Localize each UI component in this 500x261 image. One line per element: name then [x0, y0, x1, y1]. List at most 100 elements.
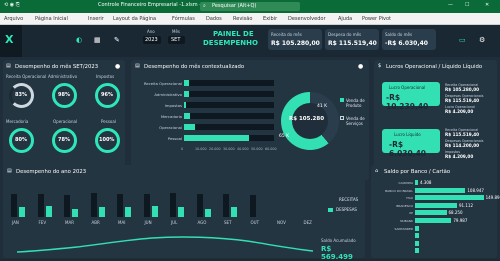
dashboard-header: X ◐ ▦ ✎ Ano 2023 Mês SET PAINEL DE DESEM… [0, 25, 500, 57]
axis-tick: 40.000 [237, 147, 249, 151]
bar-track [184, 80, 274, 86]
tab-ajuda[interactable]: Ajuda [338, 16, 352, 22]
tab-revisao[interactable]: Revisão [233, 16, 252, 22]
ribbon-tabs: Arquivo Página Inicial Inserir Layout da… [0, 13, 500, 25]
bar-fill [184, 135, 249, 141]
bank-name: BRADESCO [396, 203, 413, 208]
search-box[interactable]: ⌕ Pesquisar (Alt+Q) [200, 2, 300, 11]
panel-profit: $ Lucros Operacional / Líquido Líquido L… [374, 60, 497, 180]
window-title: Controle Financeiro Empresarial -1.xlsm … [98, 2, 216, 8]
bar-category-label: Operacional [159, 125, 182, 130]
side-value: R$ 114.200,00 [445, 143, 480, 148]
bank-bar [415, 233, 419, 239]
saldo-line-chart [17, 236, 313, 253]
bank-name: CAIXINHA [398, 181, 413, 185]
receita-bar [170, 193, 176, 217]
dashboard-title-line1: PAINEL DE [213, 30, 254, 38]
month-label: JAN [12, 220, 19, 225]
kpi-receita: Receita do mês R$ 105.280,00 [268, 29, 322, 50]
ano-label: Ano [147, 29, 155, 34]
metric-label: Impostos [96, 74, 115, 79]
bar-fill [184, 113, 191, 119]
receita-bar [143, 194, 150, 217]
axis-tick: 50.000 [251, 147, 263, 151]
receita-bar [196, 193, 203, 217]
minimize-button[interactable]: — [448, 2, 453, 8]
despesa-bar [98, 207, 105, 217]
despesa-bar [45, 206, 52, 217]
bank-value: 79.987 [453, 218, 468, 223]
axis-tick: 60.000 [265, 147, 277, 151]
bank-name: XP [409, 211, 413, 216]
despesa-bar [231, 206, 237, 217]
despesa-bar [151, 205, 158, 217]
bank-name: SANTANDER [394, 226, 413, 231]
bar-track [184, 102, 274, 108]
search-placeholder: Pesquisar (Alt+Q) [212, 3, 257, 9]
tab-dados[interactable]: Dados [206, 16, 222, 22]
donut-right-label: 41 K [317, 104, 328, 109]
receita-bar [64, 194, 70, 217]
settings-icon[interactable]: ⚙ [479, 36, 485, 44]
bank-bar [415, 187, 466, 193]
close-button[interactable]: ✕ [485, 2, 489, 8]
panel-month-menu-icon[interactable]: ● [115, 63, 120, 70]
bank-bar [415, 225, 420, 231]
maximize-button[interactable]: ☐ [465, 2, 469, 8]
dashboard: X ◐ ▦ ✎ Ano 2023 Mês SET PAINEL DE DESEM… [0, 25, 500, 261]
mes-select[interactable]: SET [168, 36, 185, 44]
axis-tick: 0 [181, 147, 184, 151]
side-value: R$ 4.209,00 [445, 109, 474, 114]
tab-pagina-inicial[interactable]: Página Inicial [35, 16, 68, 22]
tab-formulas[interactable]: Fórmulas [172, 16, 195, 22]
receita-bar [117, 194, 123, 217]
bar-category-label: Pessoal [167, 136, 182, 141]
saldo-acumulado-label: Saldo Acumulado [321, 238, 356, 243]
bar-fill [184, 91, 189, 97]
tab-desenvolvedor[interactable]: Desenvolvedor [288, 16, 326, 22]
gauge-value: 78% [58, 137, 70, 143]
panel-bank: ⌂ Saldo por Banco / Cartão CAIXINHA 4.308… [371, 165, 500, 258]
autosave-icon[interactable]: ⟲ ◉ ⎘ [4, 2, 20, 8]
bank-value: 68.250 [448, 210, 463, 216]
tab-power-pivot[interactable]: Power Pivot [362, 16, 391, 22]
bank-bar [415, 218, 452, 223]
bar-category-label: Mercadoria [160, 114, 182, 119]
side-value: R$ 115.519,40 [445, 132, 480, 137]
monitor-icon[interactable]: ▭ [459, 36, 466, 44]
month-label: MAI [118, 220, 126, 225]
legend-despesas-swatch [328, 208, 333, 212]
panel-context-menu-icon[interactable]: ● [358, 63, 363, 70]
metric-label: Receita Operacional [6, 74, 47, 79]
despesa-bar [178, 206, 184, 217]
month-label: MAR [65, 220, 74, 225]
tab-arquivo[interactable]: Arquivo [4, 16, 23, 22]
despesa-bar [19, 207, 25, 217]
bar-category-label: Administrativo [154, 92, 182, 97]
bar-track [184, 124, 274, 130]
tab-layout[interactable]: Layout da Página [113, 16, 156, 22]
excel-logo: X [0, 25, 22, 57]
month-label: OUT [250, 220, 260, 225]
panel-context-title: Desempenho do mês contextualizado [144, 64, 245, 70]
panel-year: ▤ Desempenho do ano 2023 JAN FEV MAR ABR MAI… [3, 165, 365, 261]
excel-titlebar: ⟲ ◉ ⎘ Controle Financeiro Empresarial -1… [0, 0, 500, 13]
bank-bar [415, 202, 457, 208]
bar-track [184, 113, 274, 119]
search-icon: ⌕ [203, 3, 206, 9]
tab-exibir[interactable]: Exibir [263, 16, 277, 22]
month-label: JUN [144, 220, 152, 225]
edit-nav-icon[interactable]: ✎ [114, 36, 120, 44]
kpi-saldo: Saldo do mês -R$ 6.030,40 [382, 29, 436, 50]
dashboard-nav-icon[interactable]: ◐ [76, 36, 82, 44]
tab-inserir[interactable]: Inserir [88, 16, 104, 22]
bank-value: 91.112 [459, 202, 473, 208]
table-nav-icon[interactable]: ▦ [94, 36, 101, 44]
ano-select[interactable]: 2023 [143, 36, 161, 44]
bank-bar [415, 248, 419, 254]
receita-bar [249, 195, 256, 217]
bank-name: NUBANK [400, 219, 413, 223]
receita-bar [11, 194, 17, 217]
legend-servicos: Venda de Serviços [346, 116, 365, 126]
bank-name: ITAU [406, 196, 413, 201]
